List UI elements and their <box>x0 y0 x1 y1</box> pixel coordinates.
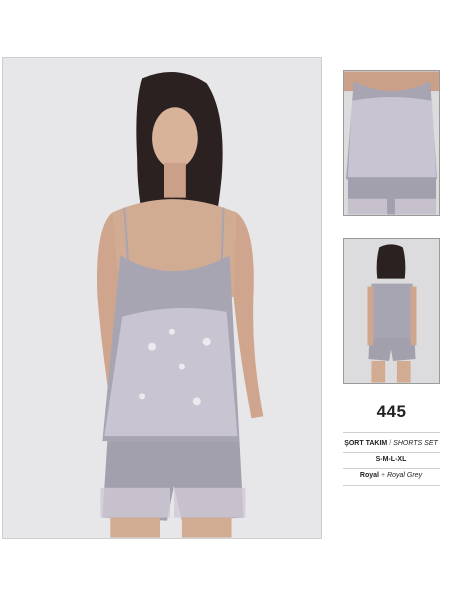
color-en: Royal Grey <box>387 472 423 479</box>
thumbnail-back-view[interactable] <box>343 238 440 384</box>
model-number: 445 <box>376 402 407 421</box>
sizes: S-M-L-XL <box>375 456 407 463</box>
size-range: S-M-L-XL <box>336 456 446 463</box>
divider <box>343 432 440 433</box>
product-type-en: SHORTS SET <box>393 440 438 447</box>
color-line: Royal + Royal Grey <box>336 472 446 479</box>
divider <box>343 468 440 469</box>
separator-plus: + <box>380 472 386 479</box>
model-illustration <box>3 58 321 538</box>
main-product-photo <box>2 57 322 539</box>
divider <box>343 452 440 453</box>
divider <box>343 485 440 486</box>
closeup-illustration <box>344 71 439 215</box>
product-type-tr: ŞORT TAKIM <box>344 440 388 447</box>
separator-slash: / <box>389 440 392 447</box>
thumbnail-closeup[interactable] <box>343 70 440 216</box>
color-tr: Royal <box>359 472 379 479</box>
product-type: ŞORT TAKIM / SHORTS SET <box>336 440 446 447</box>
back-view-illustration <box>344 239 439 383</box>
